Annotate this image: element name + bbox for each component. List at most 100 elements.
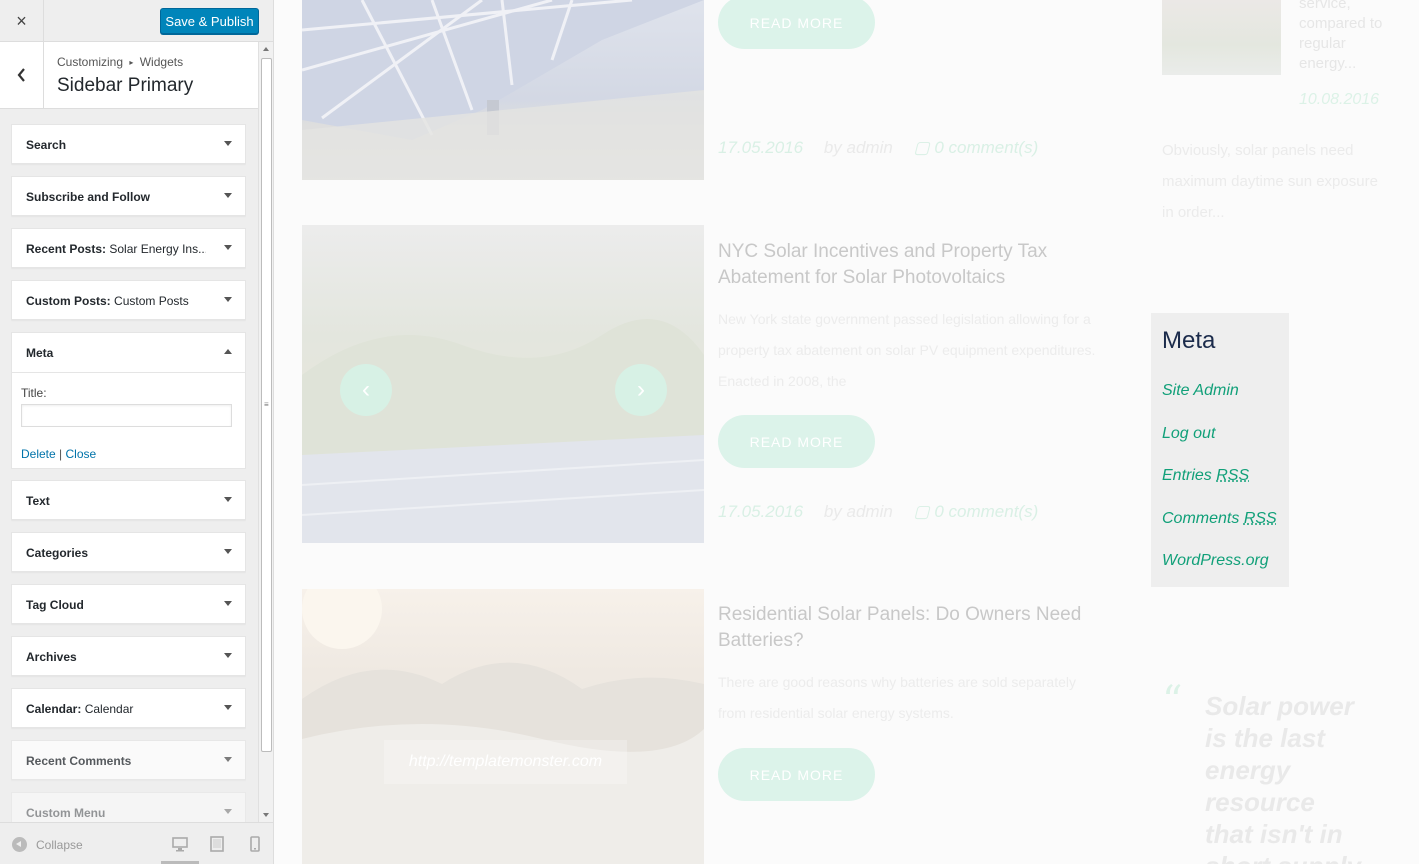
side-post-text: service, compared to regular energy...	[1299, 0, 1399, 74]
tablet-icon[interactable]	[208, 835, 226, 853]
widget-title: Recent Comments	[26, 754, 206, 768]
expand-arrow-icon[interactable]	[224, 193, 232, 198]
expand-arrow-icon[interactable]	[224, 245, 232, 250]
breadcrumb: Customizing ▸ Widgets	[57, 55, 183, 69]
widget-title: Custom Posts: Custom Posts	[26, 294, 206, 308]
widget-title: Tag Cloud	[26, 598, 206, 612]
delete-link[interactable]: Delete	[21, 447, 56, 461]
post-title[interactable]: NYC Solar Incentives and Property Tax Ab…	[718, 239, 1098, 291]
comment-icon: ▢	[914, 138, 930, 157]
widget-archives[interactable]: Archives	[11, 636, 246, 676]
breadcrumb-root: Customizing	[57, 55, 123, 69]
post-date: 17.05.2016	[718, 502, 803, 521]
widget-title: Meta	[26, 346, 206, 360]
read-more-button[interactable]: READ MORE	[718, 748, 875, 801]
customizer-header: × Save & Publish	[0, 0, 273, 42]
post-image-solar-panels[interactable]	[302, 0, 704, 180]
quote-text: Solar power is the last energy resource …	[1205, 690, 1365, 864]
quote-icon: “	[1162, 678, 1182, 724]
grip-icon: ≡	[264, 403, 269, 406]
post-author[interactable]: by admin	[824, 502, 893, 521]
widget-list: Search Subscribe and Follow Recent Posts…	[11, 123, 246, 864]
comment-icon: ▢	[914, 502, 930, 521]
widget-subscribe-follow[interactable]: Subscribe and Follow	[11, 176, 246, 216]
expand-arrow-icon[interactable]	[224, 653, 232, 658]
collapse-button[interactable]: Collapse	[12, 837, 83, 852]
post-comments[interactable]: 0 comment(s)	[934, 502, 1038, 521]
expand-arrow-icon[interactable]	[224, 297, 232, 302]
widget-title: Subscribe and Follow	[26, 190, 206, 204]
widget-title: Categories	[26, 546, 206, 560]
title-input[interactable]	[21, 404, 232, 427]
post-author[interactable]: by admin	[824, 138, 893, 157]
expand-arrow-icon[interactable]	[224, 601, 232, 606]
panel-scrollbar[interactable]: ≡	[258, 42, 273, 822]
side-post-excerpt: Obviously, solar panels need maximum day…	[1162, 135, 1392, 228]
slider-next-button[interactable]: ›	[615, 364, 667, 416]
site-admin-link[interactable]: Site Admin	[1162, 382, 1277, 425]
back-button[interactable]	[0, 42, 44, 108]
post-date: 17.05.2016	[718, 138, 803, 157]
widget-categories[interactable]: Categories	[11, 532, 246, 572]
widget-recent-comments[interactable]: Recent Comments	[11, 740, 246, 780]
title-label: Title:	[21, 386, 47, 400]
customizer-panel: × Save & Publish Customizing ▸ Widgets S…	[0, 0, 274, 864]
widget-calendar[interactable]: Calendar: Calendar	[11, 688, 246, 728]
meta-widget-title: Meta	[1162, 327, 1215, 355]
desktop-icon[interactable]	[171, 835, 189, 853]
post-title[interactable]: Residential Solar Panels: Do Owners Need…	[718, 602, 1098, 654]
collapse-arrow-icon[interactable]	[224, 349, 232, 354]
collapse-label: Collapse	[36, 838, 83, 852]
breadcrumb-separator: ▸	[129, 58, 133, 67]
expand-arrow-icon[interactable]	[224, 705, 232, 710]
widget-title: Archives	[26, 650, 206, 664]
widget-meta-header[interactable]: Meta	[12, 333, 245, 373]
widget-meta-form: Title: Delete | Close	[21, 386, 47, 400]
widget-title: Text	[26, 494, 206, 508]
customizer-footer: Collapse	[0, 822, 273, 864]
widget-meta-expanded: Meta Title: Delete | Close	[11, 332, 246, 469]
side-post-thumbnail[interactable]	[1162, 0, 1281, 75]
scroll-down-icon[interactable]	[263, 813, 269, 817]
read-more-button[interactable]: READ MORE	[718, 0, 875, 49]
expand-arrow-icon[interactable]	[224, 549, 232, 554]
log-out-link[interactable]: Log out	[1162, 425, 1277, 468]
post-meta: 17.05.2016 by admin ▢ 0 comment(s)	[718, 138, 1038, 158]
comments-rss-link[interactable]: Comments RSS	[1162, 510, 1277, 553]
widget-custom-posts[interactable]: Custom Posts: Custom Posts	[11, 280, 246, 320]
expand-arrow-icon[interactable]	[224, 141, 232, 146]
side-post-date: 10.08.2016	[1299, 91, 1379, 109]
chevron-left-icon	[16, 68, 28, 82]
widget-title: Recent Posts: Solar Energy Ins...	[26, 242, 206, 256]
expand-arrow-icon[interactable]	[224, 757, 232, 762]
breadcrumb-leaf: Widgets	[140, 55, 183, 69]
expand-arrow-icon[interactable]	[224, 809, 232, 814]
scroll-up-icon[interactable]	[263, 47, 269, 51]
scroll-thumb[interactable]: ≡	[261, 58, 272, 752]
save-publish-button[interactable]: Save & Publish	[160, 8, 259, 34]
widget-actions: Delete | Close	[21, 447, 96, 461]
post-comments[interactable]: 0 comment(s)	[934, 138, 1038, 157]
mobile-icon[interactable]	[246, 835, 264, 853]
post-excerpt: There are good reasons why batteries are…	[718, 667, 1098, 729]
mountains-illustration	[302, 589, 704, 864]
widget-recent-posts[interactable]: Recent Posts: Solar Energy Ins...	[11, 228, 246, 268]
close-link[interactable]: Close	[65, 447, 96, 461]
section-title: Sidebar Primary	[57, 75, 193, 97]
post-image-sunset-mountains[interactable]	[302, 589, 704, 864]
close-customizer-button[interactable]: ×	[0, 0, 44, 42]
widget-title: Calendar: Calendar	[26, 702, 206, 716]
solar-panel-illustration	[302, 0, 704, 180]
read-more-button[interactable]: READ MORE	[718, 415, 875, 468]
expand-arrow-icon[interactable]	[224, 497, 232, 502]
entries-rss-link[interactable]: Entries RSS	[1162, 467, 1277, 510]
widget-tag-cloud[interactable]: Tag Cloud	[11, 584, 246, 624]
widget-text[interactable]: Text	[11, 480, 246, 520]
image-watermark: http://templatemonster.com	[384, 740, 627, 784]
meta-links-list: Site Admin Log out Entries RSS Comments …	[1162, 382, 1277, 595]
wordpress-org-link[interactable]: WordPress.org	[1162, 552, 1277, 595]
widget-search[interactable]: Search	[11, 124, 246, 164]
widget-title: Search	[26, 138, 206, 152]
link-separator: |	[56, 447, 66, 461]
slider-prev-button[interactable]: ‹	[340, 364, 392, 416]
